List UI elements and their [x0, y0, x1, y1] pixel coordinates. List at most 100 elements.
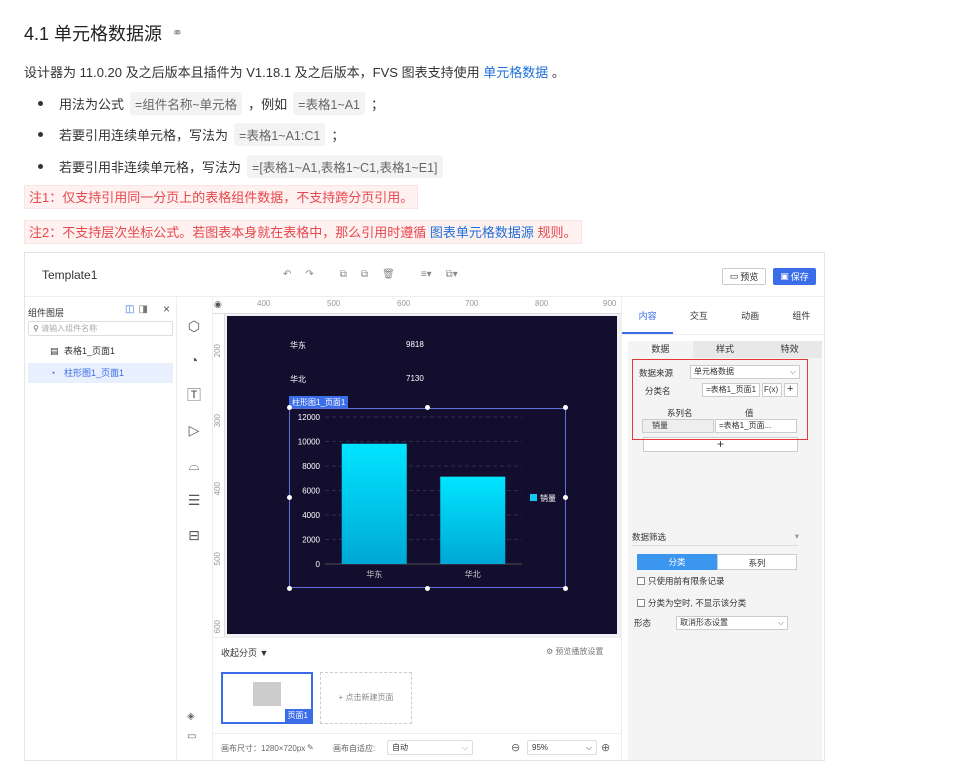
- preview-label: 预览: [740, 272, 759, 282]
- resize-handle[interactable]: [287, 405, 292, 410]
- chart-cell-source-link[interactable]: 图表单元格数据源: [430, 225, 534, 240]
- bullet-item: 用法为公式 =组件名称~单元格 ，例如 =表格1~A1 ；: [38, 92, 384, 115]
- status-bar: 画布尺寸：1280×720px ✎ 画布自适应: 自动 ⌵ ⊖ 95% ⌵ ⊕: [213, 733, 621, 760]
- search-icon: ⚲: [33, 324, 39, 333]
- filter-series-toggle[interactable]: 系列: [717, 554, 797, 570]
- layer-label: 表格1_页面1: [64, 346, 116, 356]
- box-icon[interactable]: ⌓: [185, 456, 203, 474]
- resize-handle[interactable]: [425, 405, 430, 410]
- section-title: 4.1 单元格数据源: [24, 24, 163, 44]
- redo-icon[interactable]: ↷: [305, 269, 313, 280]
- copy-icon[interactable]: ⧉: [340, 269, 347, 280]
- paste-icon[interactable]: ⧉: [361, 269, 368, 280]
- resize-handle[interactable]: [287, 586, 292, 591]
- archive-icon[interactable]: ⊟: [185, 526, 203, 544]
- preview-settings-button[interactable]: ⚙ 预览播放设置: [546, 646, 603, 657]
- keyboard-icon[interactable]: ▭: [187, 731, 196, 742]
- table-cell: 华北: [290, 375, 306, 384]
- edit-icon[interactable]: ✎: [307, 743, 314, 752]
- layer-item-table[interactable]: ▤ 表格1_页面1: [28, 341, 173, 361]
- subtab-effect[interactable]: 特效: [757, 341, 822, 358]
- resize-handle[interactable]: [563, 586, 568, 591]
- ruler-label: 900: [603, 299, 617, 308]
- x-tick-label: 华北: [465, 569, 481, 579]
- undo-icon[interactable]: ↶: [283, 269, 291, 280]
- new-page-button[interactable]: + 点击新建页面: [320, 672, 412, 724]
- chart-selection-box[interactable]: 0 2000 4000 6000 8000 10000 12000 华东 华北 销量: [289, 408, 566, 588]
- adapt-select[interactable]: 自动 ⌵: [387, 740, 473, 755]
- tab-content[interactable]: 内容: [622, 297, 674, 334]
- bullet-text: 用法为公式: [59, 97, 125, 112]
- grid-view-icon[interactable]: ◫: [125, 304, 134, 315]
- layers-icon[interactable]: ◈: [187, 711, 195, 722]
- designer-screenshot: Template1 ↶ ↷ ⧉ ⧉ 🗑 ≡▾ ⧉▾ ▭ 预览 ▣ 保存 组件图层: [24, 252, 825, 761]
- pie-icon[interactable]: ◔: [185, 351, 203, 369]
- list-icon[interactable]: ☰: [185, 491, 203, 509]
- zoom-in-icon[interactable]: ⊕: [601, 741, 610, 754]
- template-title: Template1: [42, 268, 98, 282]
- cube-icon[interactable]: ⬡: [185, 317, 203, 335]
- y-tick-label: 10000: [298, 438, 321, 447]
- list-view-icon[interactable]: ◨: [138, 304, 147, 315]
- subtab-data[interactable]: 数据: [628, 341, 693, 358]
- layer-item-chart[interactable]: ◔ 柱形图1_页面1: [28, 363, 173, 383]
- table-cell: 华东: [290, 341, 306, 350]
- chevron-down-icon: ⌵: [777, 618, 784, 627]
- page-thumbnail[interactable]: 页面1: [221, 672, 313, 724]
- resize-handle[interactable]: [287, 495, 292, 500]
- filter-category-toggle[interactable]: 分类: [637, 554, 717, 570]
- align-icon[interactable]: ≡▾: [421, 269, 432, 280]
- form-select[interactable]: 取消形态设置 ⌵: [676, 616, 788, 630]
- property-tabs: 内容 交互 动画 组件: [622, 297, 824, 335]
- ruler-label: 400: [213, 482, 222, 496]
- component-iconbar: ⬡ ◔ 🅃 ▷ ⌓ ☰ ⊟: [177, 297, 213, 760]
- zoom-value: 95%: [532, 743, 549, 752]
- link-icon[interactable]: ⚭: [172, 25, 183, 41]
- preview-button[interactable]: ▭ 预览: [722, 268, 766, 285]
- hide-empty-checkbox[interactable]: 分类为空时, 不显示该分类: [637, 597, 746, 609]
- ruler-label: 700: [465, 299, 479, 308]
- close-icon[interactable]: ×: [163, 302, 170, 316]
- table-icon: ▤: [50, 346, 59, 356]
- resize-handle[interactable]: [563, 405, 568, 410]
- bullet-dot: [38, 164, 43, 169]
- zoom-out-icon[interactable]: ⊖: [511, 741, 520, 754]
- layer-order-icon[interactable]: ⧉▾: [446, 269, 458, 280]
- limit-records-checkbox[interactable]: 只使用前有限条记录: [637, 575, 725, 587]
- zoom-select[interactable]: 95% ⌵: [527, 740, 597, 755]
- bullet-item: 若要引用连续单元格，写法为 =表格1~A1:C1 ；: [38, 123, 344, 146]
- x-tick-label: 华东: [366, 569, 382, 579]
- ruler-label: 200: [213, 344, 222, 358]
- eye-icon[interactable]: ◉: [214, 299, 222, 310]
- tab-animation[interactable]: 动画: [725, 297, 776, 334]
- tab-interaction[interactable]: 交互: [673, 297, 724, 334]
- cell-data-link[interactable]: 单元格数据: [483, 65, 548, 80]
- bar-chart: 0 2000 4000 6000 8000 10000 12000 华东 华北 销量: [298, 413, 556, 579]
- document: 4.1 单元格数据源 ⚭ 设计器为 11.0.20 及之后版本且插件为 V1.1…: [0, 0, 969, 779]
- ruler-label: 800: [535, 299, 549, 308]
- chart-icon: ◔: [50, 368, 56, 378]
- resize-handle[interactable]: [563, 495, 568, 500]
- text-icon[interactable]: 🅃: [185, 386, 203, 404]
- collapse-pages-button[interactable]: 收起分页 ▼: [221, 646, 268, 659]
- checkbox-label: 分类为空时, 不显示该分类: [648, 598, 747, 608]
- ruler-label: 500: [213, 552, 222, 566]
- resize-handle[interactable]: [425, 586, 430, 591]
- legend-swatch: [530, 494, 537, 501]
- ruler-label: 600: [397, 299, 411, 308]
- tab-component[interactable]: 组件: [776, 297, 824, 334]
- video-icon[interactable]: ▷: [185, 421, 203, 439]
- ruler-label: 500: [327, 299, 341, 308]
- bar: [341, 443, 407, 564]
- canvas-stage[interactable]: 华东 9818 华北 7130 柱形图1_页面1 0 2000 4000 6000 80…: [227, 316, 617, 634]
- data-filter-header[interactable]: 数据筛选 ▾: [632, 531, 799, 546]
- layer-search-input[interactable]: ⚲ 请输入组件名称: [28, 321, 173, 336]
- subtab-style[interactable]: 样式: [693, 341, 758, 358]
- form-value: 取消形态设置: [680, 618, 728, 627]
- note-2: 注2：不支持层次坐标公式。若图表本身就在表格中，那么引用时遵循 图表单元格数据源…: [24, 220, 582, 244]
- delete-icon[interactable]: 🗑: [382, 269, 395, 280]
- ruler-label: 400: [257, 299, 271, 308]
- chevron-down-icon: ⌵: [585, 743, 592, 752]
- save-button[interactable]: ▣ 保存: [773, 268, 816, 285]
- y-tick-label: 6000: [302, 487, 320, 496]
